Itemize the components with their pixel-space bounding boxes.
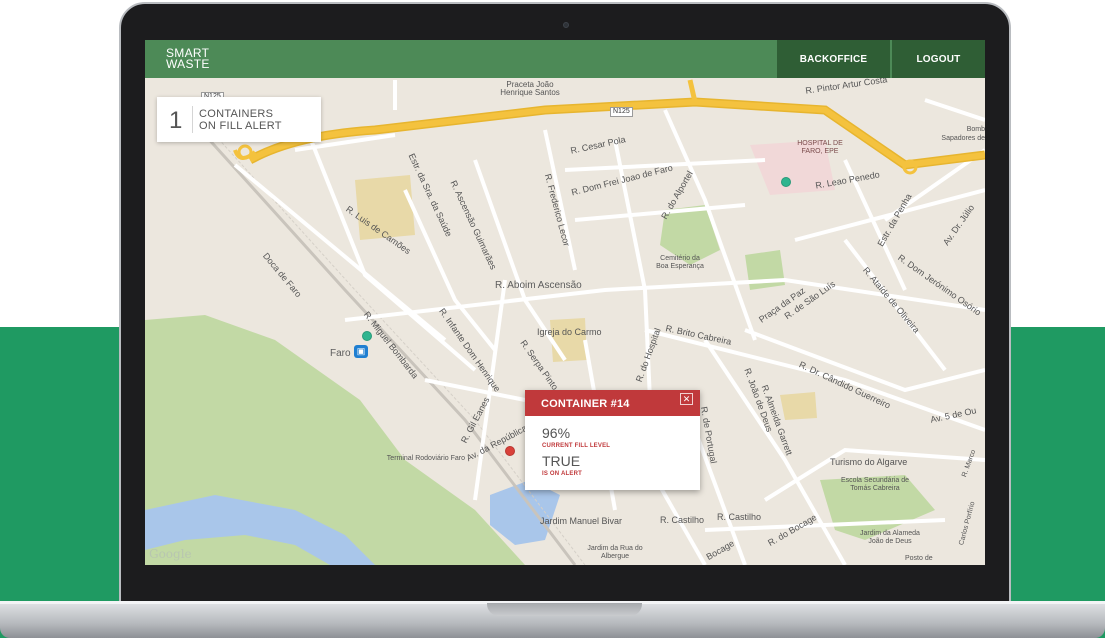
- map-label-aboim: R. Aboim Ascensão: [495, 280, 582, 291]
- map-label-bombeiros: Bomb Sapadores de: [941, 126, 985, 142]
- map-label-posto: Posto de: [905, 555, 933, 562]
- container-marker-alert[interactable]: [505, 446, 515, 456]
- map-label-faro: Faro: [330, 348, 351, 359]
- product-mockup: N125 N125 Praceta João Henrique Santos R…: [0, 0, 1105, 638]
- map-label-jardim-rua: Jardim da Rua do Albergue: [587, 545, 643, 560]
- alert-text: CONTAINERS ON FILL ALERT: [199, 108, 282, 132]
- backoffice-button[interactable]: BACKOFFICE: [777, 40, 891, 78]
- map-label-jardim-bivar: Jardim Manuel Bivar: [540, 516, 623, 526]
- app-logo[interactable]: SMART WASTE: [166, 47, 210, 71]
- alert-count: 1: [169, 107, 183, 134]
- fill-alert-summary[interactable]: 1 CONTAINERS ON FILL ALERT: [157, 97, 321, 142]
- popup-title: CONTAINER #14: [541, 398, 630, 410]
- map-label-castilho-1: R. Castilho: [660, 515, 705, 525]
- container-marker[interactable]: [362, 331, 372, 341]
- map-label-escola: Escola Secundária de Tomás Cabreira: [840, 477, 910, 492]
- map-label-castilho-2: R. Castilho: [717, 512, 762, 522]
- logo-line-2: WASTE: [166, 57, 210, 71]
- google-attribution: Google: [149, 547, 192, 561]
- container-marker[interactable]: [781, 177, 791, 187]
- fill-level-label: CURRENT FILL LEVEL: [542, 443, 611, 449]
- alert-status-value: TRUE: [542, 453, 581, 469]
- map-label-terminal: Terminal Rodoviário Faro: [386, 455, 465, 462]
- map-label-igreja: Igreja do Carmo: [537, 327, 602, 337]
- alert-status-label: IS ON ALERT: [542, 471, 582, 477]
- popup-header: CONTAINER #14 ✕: [525, 390, 700, 416]
- app-header: SMART WASTE BACKOFFICE LOGOUT: [145, 40, 985, 78]
- camera-icon: [563, 22, 569, 28]
- alert-divider: [192, 106, 193, 133]
- laptop-notch: [487, 603, 642, 616]
- alert-text-line-1: CONTAINERS: [199, 108, 274, 120]
- map-label-praceta: Praceta João Henrique Santos: [500, 80, 560, 97]
- alert-text-line-2: ON FILL ALERT: [199, 120, 282, 132]
- fill-level-value: 96%: [542, 425, 571, 441]
- map-label-hospital: HOSPITAL DE FARO, EPE: [797, 140, 843, 155]
- map-label-cemiterio: Cemitério da Boa Esperança: [656, 255, 704, 270]
- logout-button[interactable]: LOGOUT: [892, 40, 985, 78]
- map-label-turismo: Turismo do Algarve: [830, 457, 908, 467]
- close-icon[interactable]: ✕: [680, 393, 693, 405]
- container-popup: CONTAINER #14 ✕ 96% CURRENT FILL LEVEL T…: [525, 390, 700, 490]
- map-label-alameda: Jardim da Alameda João de Deus: [860, 530, 920, 545]
- road-tag: N125: [610, 107, 633, 117]
- bus-stop-icon: ▣: [354, 345, 368, 358]
- app-screen: N125 N125 Praceta João Henrique Santos R…: [145, 40, 985, 565]
